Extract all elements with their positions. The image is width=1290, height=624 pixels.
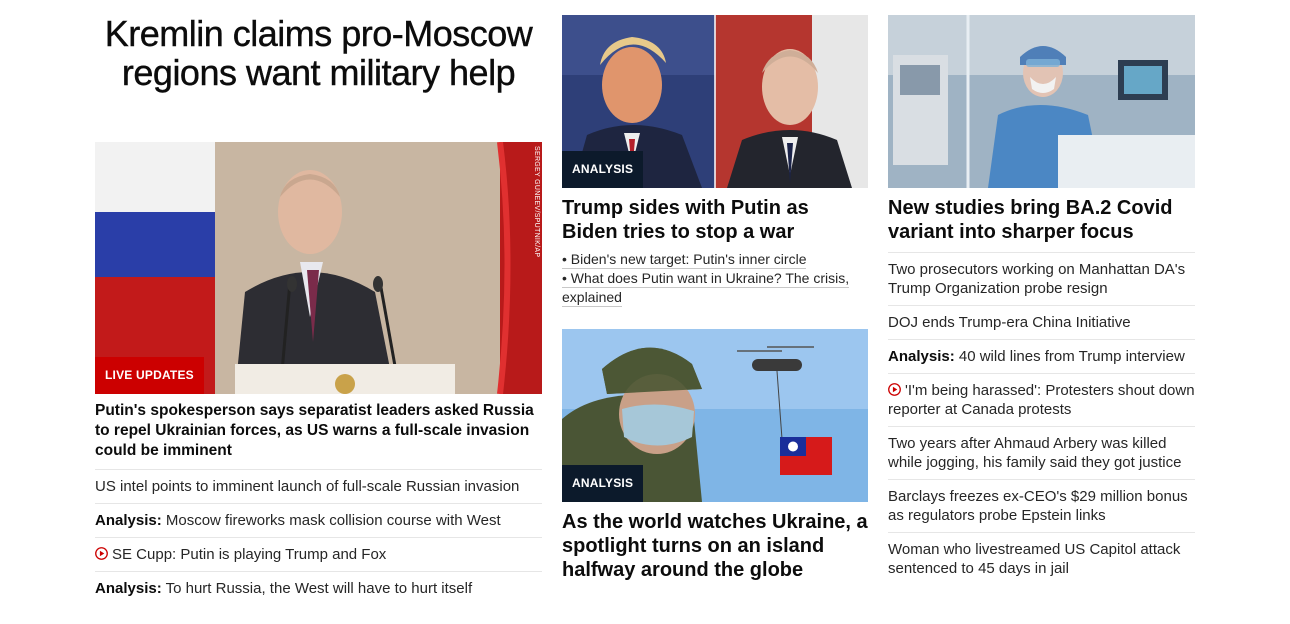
list-item-text: 'I'm being harassed': Protesters shout d… bbox=[888, 382, 1195, 418]
lead-story-title[interactable]: Putin's spokesperson says separatist lea… bbox=[95, 401, 542, 461]
list-item[interactable]: Woman who livestreamed US Capitol attack… bbox=[888, 532, 1195, 585]
related-link-inner-circle[interactable]: • Biden's new target: Putin's inner circ… bbox=[562, 251, 807, 269]
photo-credit: SERGEY GUNEEV/SPUTNIK/AP bbox=[533, 146, 540, 258]
covid-image-link[interactable] bbox=[888, 15, 1195, 188]
live-updates-badge: LIVE UPDATES bbox=[95, 357, 204, 394]
analysis-label: Analysis: bbox=[888, 348, 955, 365]
list-item[interactable]: 'I'm being harassed': Protesters shout d… bbox=[888, 373, 1195, 426]
right-headline-list: Two prosecutors working on Manhattan DA'… bbox=[888, 252, 1195, 585]
list-item-text: Moscow fireworks mask collision course w… bbox=[161, 512, 501, 529]
list-item[interactable]: DOJ ends Trump-era China Initiative bbox=[888, 305, 1195, 339]
list-item-text: Two prosecutors working on Manhattan DA'… bbox=[888, 261, 1186, 297]
list-item[interactable]: Two years after Ahmaud Arbery was killed… bbox=[888, 426, 1195, 479]
list-item[interactable]: Analysis: 40 wild lines from Trump inter… bbox=[888, 339, 1195, 373]
right-column: New studies bring BA.2 Covid variant int… bbox=[888, 0, 1195, 585]
list-item-text: Barclays freezes ex-CEO's $29 million bo… bbox=[888, 488, 1188, 524]
trump-putin-title[interactable]: Trump sides with Putin as Biden tries to… bbox=[562, 196, 868, 244]
list-item[interactable]: Two prosecutors working on Manhattan DA'… bbox=[888, 252, 1195, 305]
analysis-badge: ANALYSIS bbox=[562, 465, 644, 502]
taiwan-story-title[interactable]: As the world watches Ukraine, a spotligh… bbox=[562, 510, 868, 582]
list-item[interactable]: Analysis: Moscow fireworks mask collisio… bbox=[95, 503, 542, 537]
list-item-text: Woman who livestreamed US Capitol attack… bbox=[888, 541, 1181, 577]
play-icon bbox=[95, 547, 108, 560]
list-item-text: Two years after Ahmaud Arbery was killed… bbox=[888, 435, 1182, 471]
analysis-label: Analysis: bbox=[95, 512, 162, 529]
lead-story-column: Kremlin claims pro-Moscow regions want m… bbox=[95, 0, 542, 605]
lead-related-list: US intel points to imminent launch of fu… bbox=[95, 469, 542, 605]
list-item[interactable]: Analysis: To hurt Russia, the West will … bbox=[95, 571, 542, 605]
analysis-badge: ANALYSIS bbox=[562, 151, 644, 188]
lead-headline[interactable]: Kremlin claims pro-Moscow regions want m… bbox=[95, 14, 542, 142]
lead-image-link[interactable]: SERGEY GUNEEV/SPUTNIK/AP LIVE UPDATES bbox=[95, 142, 542, 394]
list-item[interactable]: SE Cupp: Putin is playing Trump and Fox bbox=[95, 537, 542, 571]
list-item-text: DOJ ends Trump-era China Initiative bbox=[888, 314, 1131, 331]
covid-story-title[interactable]: New studies bring BA.2 Covid variant int… bbox=[888, 196, 1195, 244]
trump-putin-image-link[interactable]: ANALYSIS bbox=[562, 15, 868, 188]
related-links: • Biden's new target: Putin's inner circ… bbox=[562, 250, 868, 307]
list-item-text: SE Cupp: Putin is playing Trump and Fox bbox=[112, 546, 387, 563]
related-link-putin-wants[interactable]: • What does Putin want in Ukraine? The c… bbox=[562, 270, 850, 307]
taiwan-image-link[interactable]: ANALYSIS bbox=[562, 329, 868, 502]
list-item[interactable]: Barclays freezes ex-CEO's $29 million bo… bbox=[888, 479, 1195, 532]
list-item-text: To hurt Russia, the West will have to hu… bbox=[161, 580, 473, 597]
play-icon bbox=[888, 383, 901, 396]
middle-column: ANALYSIS Trump sides with Putin as Biden… bbox=[562, 0, 868, 582]
analysis-label: Analysis: bbox=[95, 580, 162, 597]
covid-hospital-image bbox=[888, 15, 1195, 188]
list-item-text: US intel points to imminent launch of fu… bbox=[95, 478, 520, 495]
list-item[interactable]: US intel points to imminent launch of fu… bbox=[95, 469, 542, 503]
list-item-text: 40 wild lines from Trump interview bbox=[954, 348, 1185, 365]
